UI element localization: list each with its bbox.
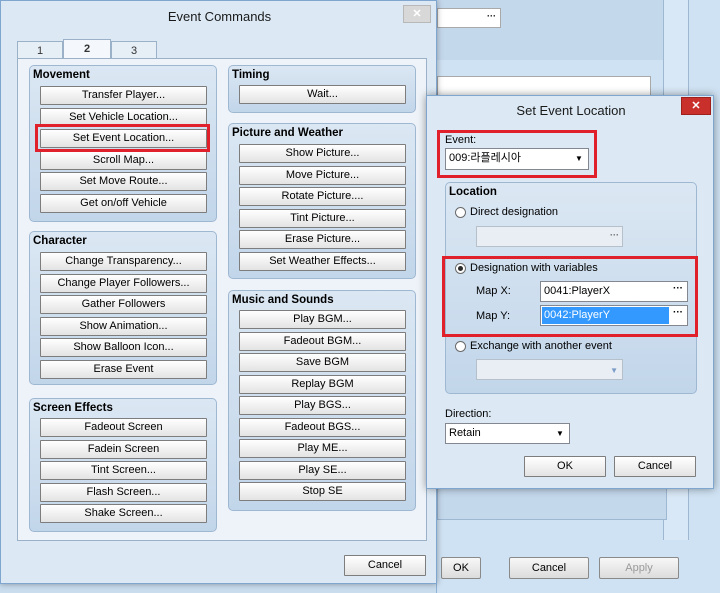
fadeout-bgs-button[interactable]: Fadeout BGS... — [239, 418, 406, 437]
scroll-map-button[interactable]: Scroll Map... — [40, 151, 207, 170]
play-bgm-button[interactable]: Play BGM... — [239, 310, 406, 329]
show-balloon-icon-button[interactable]: Show Balloon Icon... — [40, 338, 207, 357]
change-transparency-button[interactable]: Change Transparency... — [40, 252, 207, 271]
ellipsis-icon: ··· — [610, 230, 619, 240]
play-bgs-button[interactable]: Play BGS... — [239, 396, 406, 415]
move-picture-button[interactable]: Move Picture... — [239, 166, 406, 185]
picture-weather-group: Picture and Weather Show Picture... Move… — [228, 123, 416, 279]
change-player-followers-button[interactable]: Change Player Followers... — [40, 274, 207, 293]
ok-button[interactable]: OK — [524, 456, 606, 477]
background-cancel-button[interactable]: Cancel — [509, 557, 589, 579]
group-title: Music and Sounds — [232, 294, 334, 306]
music-sounds-group: Music and Sounds Play BGM... Fadeout BGM… — [228, 290, 416, 511]
group-title: Timing — [232, 69, 270, 81]
rotate-picture-button[interactable]: Rotate Picture.... — [239, 187, 406, 206]
timing-group: Timing Wait... — [228, 65, 416, 113]
group-title: Movement — [33, 69, 90, 81]
group-title: Picture and Weather — [232, 127, 343, 139]
direct-designation-field[interactable]: ··· — [476, 226, 623, 247]
set-event-location-dialog: Set Event Location ✕ Event: 009:라플레시아 ▼ … — [426, 95, 714, 489]
tab-3[interactable]: 3 — [111, 41, 157, 59]
highlight-box — [35, 124, 210, 152]
tint-screen-button[interactable]: Tint Screen... — [40, 461, 207, 480]
erase-picture-button[interactable]: Erase Picture... — [239, 230, 406, 249]
location-title: Location — [449, 186, 497, 198]
chevron-down-icon: ▼ — [556, 429, 564, 438]
fadeout-screen-button[interactable]: Fadeout Screen — [40, 418, 207, 437]
get-on-off-vehicle-button[interactable]: Get on/off Vehicle — [40, 194, 207, 213]
character-group: Character Change Transparency... Change … — [29, 231, 217, 385]
set-weather-effects-button[interactable]: Set Weather Effects... — [239, 252, 406, 271]
wait-button[interactable]: Wait... — [239, 85, 406, 104]
highlight-box — [442, 256, 698, 337]
cancel-button[interactable]: Cancel — [344, 555, 426, 576]
erase-event-button[interactable]: Erase Event — [40, 360, 207, 379]
exchange-radio[interactable] — [455, 341, 466, 352]
replay-bgm-button[interactable]: Replay BGM — [239, 375, 406, 394]
play-se-button[interactable]: Play SE... — [239, 461, 406, 480]
highlight-box — [437, 130, 597, 178]
tint-picture-button[interactable]: Tint Picture... — [239, 209, 406, 228]
show-animation-button[interactable]: Show Animation... — [40, 317, 207, 336]
flash-screen-button[interactable]: Flash Screen... — [40, 483, 207, 502]
dialog-title: Set Event Location — [516, 103, 626, 118]
screen-effects-group: Screen Effects Fadeout Screen Fadein Scr… — [29, 398, 217, 532]
direction-value: Retain — [449, 427, 481, 439]
exchange-event-select[interactable]: ▼ — [476, 359, 623, 380]
window-title: Event Commands — [167, 9, 272, 24]
background-field-2 — [437, 76, 651, 96]
direction-select[interactable]: Retain ▼ — [445, 423, 570, 444]
transfer-player-button[interactable]: Transfer Player... — [40, 86, 207, 105]
save-bgm-button[interactable]: Save BGM — [239, 353, 406, 372]
background-apply-button[interactable]: Apply — [599, 557, 679, 579]
fadeout-bgm-button[interactable]: Fadeout BGM... — [239, 332, 406, 351]
direct-designation-radio[interactable] — [455, 207, 466, 218]
group-title: Screen Effects — [33, 402, 113, 414]
close-icon[interactable]: ✕ — [403, 5, 431, 23]
cancel-button[interactable]: Cancel — [614, 456, 696, 477]
set-move-route-button[interactable]: Set Move Route... — [40, 172, 207, 191]
play-me-button[interactable]: Play ME... — [239, 439, 406, 458]
direct-designation-label: Direct designation — [470, 206, 559, 218]
event-commands-window: Event Commands ✕ 1 2 3 Movement Transfer… — [0, 0, 437, 584]
exchange-label: Exchange with another event — [470, 340, 612, 352]
ellipsis-icon: ··· — [487, 11, 496, 21]
close-icon[interactable]: ✕ — [681, 97, 711, 115]
background-field[interactable]: ··· — [437, 8, 501, 28]
group-title: Character — [33, 235, 87, 247]
background-ok-button[interactable]: OK — [441, 557, 481, 579]
fadein-screen-button[interactable]: Fadein Screen — [40, 440, 207, 459]
stop-se-button[interactable]: Stop SE — [239, 482, 406, 501]
shake-screen-button[interactable]: Shake Screen... — [40, 504, 207, 523]
show-picture-button[interactable]: Show Picture... — [239, 144, 406, 163]
chevron-down-icon: ▼ — [610, 366, 618, 375]
gather-followers-button[interactable]: Gather Followers — [40, 295, 207, 314]
direction-label: Direction: — [445, 408, 492, 420]
tab-1[interactable]: 1 — [17, 41, 63, 59]
